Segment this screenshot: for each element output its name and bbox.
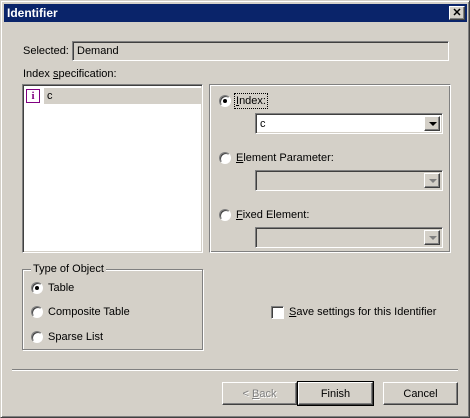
save-settings-checkbox[interactable] [271,306,284,319]
list-item[interactable]: i c [26,88,202,104]
element-parameter-dropdown [255,170,443,191]
composite-table-radio[interactable] [31,306,43,318]
chevron-down-icon[interactable] [424,116,440,131]
back-button[interactable]: < Back [222,382,297,405]
fixed-element-label[interactable]: Fixed Element: [236,209,309,221]
fixed-element-dropdown [255,227,443,248]
close-button[interactable]: ✕ [449,6,465,20]
sparse-list-radio[interactable] [31,331,43,343]
dialog-title: Identifier [7,6,58,20]
composite-table-label[interactable]: Composite Table [48,306,130,318]
index-radio-label[interactable]: Index: [234,93,268,109]
table-radio[interactable] [31,282,43,294]
index-radio[interactable] [219,95,231,107]
selected-field: Demand [72,41,449,61]
close-icon: ✕ [452,6,462,19]
chevron-down-icon [424,230,440,245]
type-of-object-legend: Type of Object [31,263,106,275]
element-parameter-radio[interactable] [219,152,231,164]
index-dropdown-value: c [260,118,266,130]
separator [12,369,458,371]
cancel-button-label: Cancel [403,387,438,400]
save-settings-label[interactable]: Save settings for this Identifier [289,306,436,318]
element-parameter-label[interactable]: Element Parameter: [236,152,334,164]
cancel-button[interactable]: Cancel [383,382,458,405]
index-list[interactable]: i c [22,84,203,253]
selected-label: Selected: [23,45,69,57]
sparse-list-label[interactable]: Sparse List [48,331,103,343]
table-label[interactable]: Table [48,282,74,294]
fixed-element-radio[interactable] [219,209,231,221]
index-icon: i [26,89,40,103]
selected-value: Demand [77,45,119,57]
title-bar[interactable]: Identifier ✕ [4,4,467,22]
finish-button-label: Finish [320,387,351,400]
back-button-label: < Back [242,387,277,400]
index-specification-label: Index specification: [23,68,117,80]
identifier-dialog: Identifier ✕ Selected: Demand Index spec… [0,0,470,418]
finish-button[interactable]: Finish [297,381,374,406]
index-item-label: c [44,88,202,104]
index-dropdown[interactable]: c [255,113,443,134]
chevron-down-icon [424,173,440,188]
